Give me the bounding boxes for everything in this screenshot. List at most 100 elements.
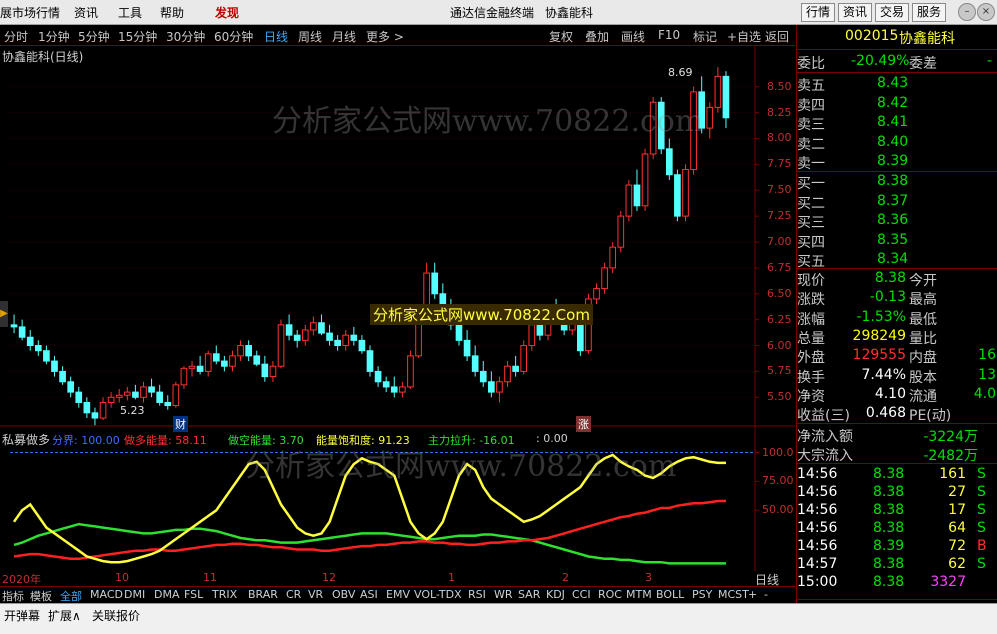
related-quote-button[interactable]: 关联报价 bbox=[92, 607, 140, 624]
indicator-tab[interactable]: PSY bbox=[692, 588, 712, 601]
period-tick[interactable]: 分时 bbox=[4, 28, 28, 45]
chart-area[interactable]: 协鑫能科(日线) 分析家公式网www.70822.com 分析家公式网www.7… bbox=[0, 46, 795, 571]
tick-price: 8.38 bbox=[873, 502, 905, 518]
weibi-label: 委比 bbox=[797, 56, 825, 72]
period-monthly[interactable]: 月线 bbox=[332, 28, 356, 45]
candle-body bbox=[665, 148, 673, 176]
candle-body bbox=[123, 391, 131, 396]
mark-button[interactable]: 标记 bbox=[693, 28, 717, 45]
trade-button[interactable]: 交易 bbox=[875, 3, 909, 22]
candle-body bbox=[156, 391, 163, 403]
buy-level-label: 买三 bbox=[797, 215, 825, 231]
sell-row: 卖三 8.41 bbox=[797, 113, 997, 133]
expand-button[interactable]: 扩展∧ bbox=[48, 607, 81, 624]
period-more[interactable]: 更多 > bbox=[366, 28, 404, 45]
stock-code: 002015 bbox=[845, 28, 899, 44]
quote-button[interactable]: 行情 bbox=[801, 3, 835, 22]
indicator-tab[interactable]: 全部 bbox=[60, 588, 82, 604]
tick-row: 14:56 8.39 72 B bbox=[797, 537, 997, 556]
candle-body bbox=[269, 365, 277, 378]
minimize-icon[interactable]: – bbox=[958, 3, 976, 21]
candle-body bbox=[625, 184, 633, 217]
collapse-handle[interactable]: ▶ bbox=[0, 301, 8, 327]
sell-price: 8.41 bbox=[877, 114, 909, 130]
period-weekly[interactable]: 周线 bbox=[298, 28, 322, 45]
stat-row: 涨跌 -0.13 最高 bbox=[797, 288, 997, 308]
candle-body bbox=[172, 384, 180, 407]
indicator-tab[interactable]: BRAR bbox=[248, 588, 278, 601]
indicator-tab[interactable]: 模板 bbox=[30, 588, 52, 604]
indicator-tab[interactable]: EMV bbox=[386, 588, 410, 601]
candle-body bbox=[463, 339, 471, 357]
sell-row: 卖一 8.39 bbox=[797, 152, 997, 172]
candle-body bbox=[415, 319, 422, 357]
period-30min[interactable]: 30分钟 bbox=[166, 28, 205, 45]
service-button[interactable]: 服务 bbox=[912, 3, 946, 22]
indicator-tick-label: 50.00 bbox=[762, 503, 794, 517]
indicator-tab[interactable]: MACD bbox=[90, 588, 123, 601]
menu-market[interactable]: 展市场行情 bbox=[0, 4, 60, 21]
indicator-tab[interactable]: BOLL bbox=[656, 588, 684, 601]
tick-time: 14:56 bbox=[797, 484, 838, 500]
indicator-tab[interactable]: RSI bbox=[468, 588, 486, 601]
indicator-tab[interactable]: CR bbox=[286, 588, 301, 601]
finance-marker[interactable]: 财 bbox=[173, 416, 188, 432]
period-5min[interactable]: 5分钟 bbox=[78, 28, 110, 45]
back-button[interactable]: 返回 bbox=[765, 28, 789, 45]
add-favorite-button[interactable]: +自选 bbox=[727, 28, 761, 45]
indicator-name[interactable]: 私募做多 bbox=[2, 431, 50, 448]
indicator-tab[interactable]: FSL bbox=[184, 588, 203, 601]
candle-body bbox=[358, 339, 366, 352]
indicator-tab[interactable]: ASI bbox=[360, 588, 378, 601]
sell-price: 8.40 bbox=[877, 133, 909, 150]
period-daily[interactable]: 日线 bbox=[264, 28, 288, 45]
indicator-tab[interactable]: KDJ bbox=[546, 588, 565, 601]
indicator-tab[interactable]: DMI bbox=[124, 588, 145, 601]
tick-volume: 27 bbox=[948, 484, 966, 500]
period-15min[interactable]: 15分钟 bbox=[118, 28, 157, 45]
zoom-out-button[interactable]: - bbox=[764, 588, 768, 601]
indicator-tab[interactable]: VOL-TDX bbox=[414, 588, 462, 601]
close-icon[interactable]: × bbox=[977, 3, 995, 21]
indicator-tab[interactable]: WR bbox=[494, 588, 513, 601]
tick-row: 15:00 8.38 3327 bbox=[797, 573, 997, 592]
stat-value-2: 16 bbox=[978, 347, 996, 364]
period-1min[interactable]: 1分钟 bbox=[38, 28, 70, 45]
indicator-tab[interactable]: OBV bbox=[332, 588, 355, 601]
indicator-tab[interactable]: ROC bbox=[598, 588, 622, 601]
price-tick-label: 8.25 bbox=[767, 105, 792, 119]
menu-news[interactable]: 资讯 bbox=[74, 4, 98, 21]
candle-body bbox=[180, 367, 188, 386]
menu-discover[interactable]: 发现 bbox=[215, 4, 239, 21]
restore-rights-button[interactable]: 复权 bbox=[549, 28, 573, 45]
indicator-tab[interactable]: 指标 bbox=[2, 588, 24, 604]
menu-tools[interactable]: 工具 bbox=[118, 4, 142, 21]
stat-label-2: 最低 bbox=[909, 311, 937, 328]
tick-volume: 62 bbox=[948, 556, 966, 572]
stat-label-2: 量比 bbox=[909, 330, 937, 347]
danmu-toggle[interactable]: 开弹幕 bbox=[4, 607, 40, 624]
indicator-tab[interactable]: MTM bbox=[626, 588, 652, 601]
indicator-tab[interactable]: SAR bbox=[518, 588, 540, 601]
period-60min[interactable]: 60分钟 bbox=[214, 28, 253, 45]
indicator-tab[interactable]: CCI bbox=[572, 588, 591, 601]
draw-line-button[interactable]: 画线 bbox=[621, 28, 645, 45]
f10-button[interactable]: F10 bbox=[658, 28, 680, 42]
zoom-in-button[interactable]: + bbox=[748, 588, 757, 601]
stat-value: 0.468 bbox=[865, 405, 906, 422]
overlay-button[interactable]: 叠加 bbox=[585, 28, 609, 45]
candle-body bbox=[326, 332, 333, 341]
candle-body bbox=[641, 153, 649, 207]
limit-up-marker[interactable]: 涨 bbox=[576, 416, 591, 432]
indicator-tab[interactable]: MCST bbox=[718, 588, 749, 601]
tick-flag: S bbox=[977, 520, 986, 536]
indicator-tab[interactable]: DMA bbox=[154, 588, 180, 601]
indicator-tab[interactable]: VR bbox=[308, 588, 323, 601]
menu-help[interactable]: 帮助 bbox=[160, 4, 184, 21]
chart-title: 协鑫能科(日线) bbox=[2, 50, 84, 64]
date-tick-label: 3 bbox=[645, 571, 652, 584]
indicator-tab[interactable]: TRIX bbox=[212, 588, 237, 601]
candle-body bbox=[617, 215, 625, 248]
news-button[interactable]: 资讯 bbox=[838, 3, 872, 22]
date-tick-label: 2 bbox=[562, 571, 569, 584]
